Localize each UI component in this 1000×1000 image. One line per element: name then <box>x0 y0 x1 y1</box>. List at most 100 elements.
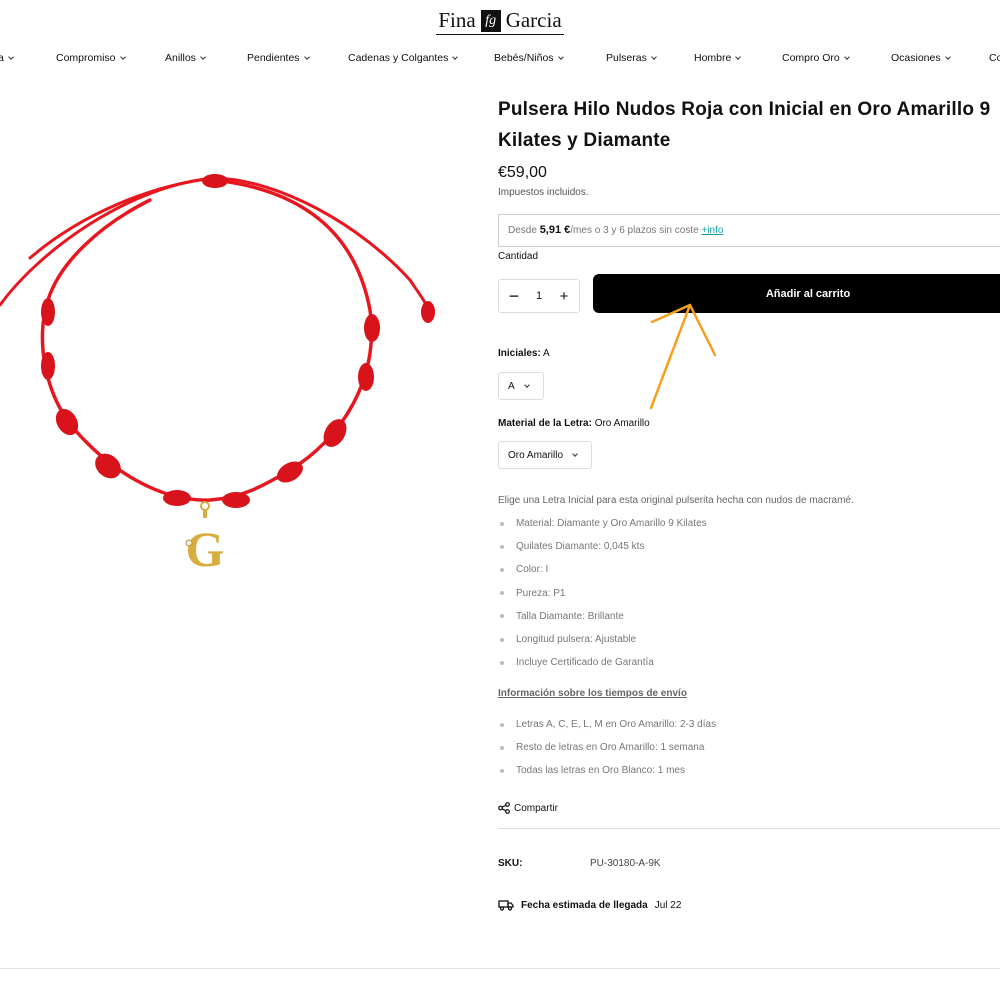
spec-text: Longitud pulsera: Ajustable <box>516 634 637 646</box>
bullet-icon <box>500 660 504 665</box>
nav-item-anillos[interactable]: Anillos <box>165 52 206 64</box>
bullet-icon <box>500 637 504 642</box>
shipping-info-link[interactable]: Información sobre los tiempos de envío <box>498 688 687 699</box>
nav-label: a <box>0 52 4 64</box>
chevron-down-icon <box>523 381 530 388</box>
annotation-arrow-icon <box>649 303 717 410</box>
quantity-label: Cantidad <box>498 251 539 262</box>
nav-item-compromiso[interactable]: Compromiso <box>56 52 126 64</box>
arrival-value: Jul 22 <box>654 899 682 911</box>
list-item: Todas las letras en Oro Blanco: 1 mes <box>500 759 716 782</box>
material-label: Material de la Letra: Oro Amarillo <box>498 418 650 429</box>
chevron-down-icon <box>303 53 310 60</box>
list-item: Talla Diamante: Brillante <box>500 605 707 628</box>
chevron-down-icon <box>452 53 459 60</box>
product-description: Elige una Letra Inicial para esta origin… <box>498 495 854 506</box>
spec-text: Pureza: P1 <box>516 587 566 599</box>
product-price: €59,00 <box>498 164 547 181</box>
chevron-down-icon <box>119 53 126 60</box>
initials-selected: A <box>508 380 515 392</box>
bullet-icon <box>500 768 504 773</box>
list-item: Resto de letras en Oro Amarillo: 1 seman… <box>500 736 716 759</box>
spec-text: Color: I <box>516 564 549 576</box>
nav-label: Compro Oro <box>782 52 840 64</box>
spec-text: Quilates Diamante: 0,045 kts <box>516 541 645 553</box>
chevron-down-icon <box>843 53 850 60</box>
nav-item-pendientes[interactable]: Pendientes <box>247 52 310 64</box>
logo-text-right: Garcia <box>505 8 562 32</box>
initials-label: Iniciales: A <box>498 348 550 359</box>
nav-label: Bebés/Niños <box>494 52 554 64</box>
list-item: Pureza: P1 <box>500 582 707 605</box>
spec-text: Incluye Certificado de Garantía <box>516 657 654 669</box>
product-image[interactable]: G <box>0 95 470 615</box>
bullet-icon <box>500 544 504 549</box>
chevron-down-icon <box>572 450 578 457</box>
installments-prefix: Desde <box>508 225 537 236</box>
macrame-knots <box>41 174 435 508</box>
installments-suffix: /mes o 3 y 6 plazos sin coste <box>570 225 699 236</box>
quantity-increase-button[interactable]: + <box>557 288 571 305</box>
shipping-text: Resto de letras en Oro Amarillo: 1 seman… <box>516 742 705 754</box>
arrival-label: Fecha estimada de llegada <box>521 899 648 911</box>
nav-label: Pendientes <box>247 52 300 64</box>
nav-item-bebes-ninos[interactable]: Bebés/Niños <box>494 52 564 64</box>
initials-label-value: A <box>543 348 550 359</box>
nav-item-truncated-right[interactable]: Co <box>989 52 1000 64</box>
nav-item-truncated-left[interactable]: a <box>0 52 14 64</box>
nav-item-cadenas-colgantes[interactable]: Cadenas y Colgantes <box>348 52 459 64</box>
installments-info-link[interactable]: +info <box>701 225 723 236</box>
nav-label: Pulseras <box>606 52 647 64</box>
nav-label: Anillos <box>165 52 196 64</box>
bullet-icon <box>500 521 504 526</box>
nav-label: Cadenas y Colgantes <box>348 52 449 64</box>
main-nav: a Compromiso Anillos Pendientes Cadenas … <box>0 52 1000 72</box>
quantity-stepper: − 1 + <box>498 279 580 313</box>
list-item: Letras A, C, E, L, M en Oro Amarillo: 2-… <box>500 713 716 736</box>
installments-banner: Desde 5,91 €/mes o 3 y 6 plazos sin cost… <box>498 214 1000 247</box>
delivery-truck-icon <box>498 900 514 911</box>
installments-amount: 5,91 € <box>539 224 571 236</box>
nav-item-pulseras[interactable]: Pulseras <box>606 52 657 64</box>
sku-label: SKU: <box>498 858 523 869</box>
quantity-value[interactable]: 1 <box>536 290 542 302</box>
quantity-decrease-button[interactable]: − <box>507 286 521 307</box>
bullet-icon <box>500 722 504 727</box>
chevron-down-icon <box>735 53 742 60</box>
logo-mark: fg <box>480 9 501 32</box>
share-button[interactable]: Compartir <box>498 802 558 814</box>
spec-text: Talla Diamante: Brillante <box>516 610 624 622</box>
footer-divider <box>0 968 1000 969</box>
material-label-text: Material de la Letra: <box>498 418 592 429</box>
material-select[interactable]: Oro Amarillo <box>498 441 592 469</box>
bullet-icon <box>500 614 504 619</box>
material-label-value: Oro Amarillo <box>594 418 650 429</box>
nav-label: Co <box>989 52 1000 64</box>
nav-label: Hombre <box>694 52 732 64</box>
bullet-icon <box>500 745 504 750</box>
estimated-arrival: Fecha estimada de llegada Jul 22 <box>498 899 681 911</box>
divider <box>498 828 1000 829</box>
bullet-icon <box>500 567 504 572</box>
bullet-icon <box>500 591 504 596</box>
material-selected: Oro Amarillo <box>508 449 564 461</box>
product-title: Pulsera Hilo Nudos Roja con Inicial en O… <box>498 99 991 151</box>
chevron-down-icon <box>8 53 14 60</box>
share-label: Compartir <box>514 802 558 814</box>
initials-select[interactable]: A <box>498 372 544 400</box>
nav-item-compro-oro[interactable]: Compro Oro <box>782 52 850 64</box>
initials-label-text: Iniciales: <box>498 348 541 359</box>
list-item: Material: Diamante y Oro Amarillo 9 Kila… <box>500 512 707 535</box>
list-item: Longitud pulsera: Ajustable <box>500 628 707 651</box>
shipping-list: Letras A, C, E, L, M en Oro Amarillo: 2-… <box>500 713 716 783</box>
logo-text-left: Fina <box>438 8 476 32</box>
list-item: Incluye Certificado de Garantía <box>500 651 707 674</box>
list-item: Color: I <box>500 558 707 581</box>
nav-item-hombre[interactable]: Hombre <box>694 52 742 64</box>
chevron-down-icon <box>557 53 564 60</box>
spec-text: Material: Diamante y Oro Amarillo 9 Kila… <box>516 518 707 530</box>
nav-item-ocasiones[interactable]: Ocasiones <box>891 52 951 64</box>
site-logo[interactable]: Fina fg Garcia <box>0 8 1000 35</box>
share-icon <box>498 802 510 814</box>
chevron-down-icon <box>944 53 951 60</box>
